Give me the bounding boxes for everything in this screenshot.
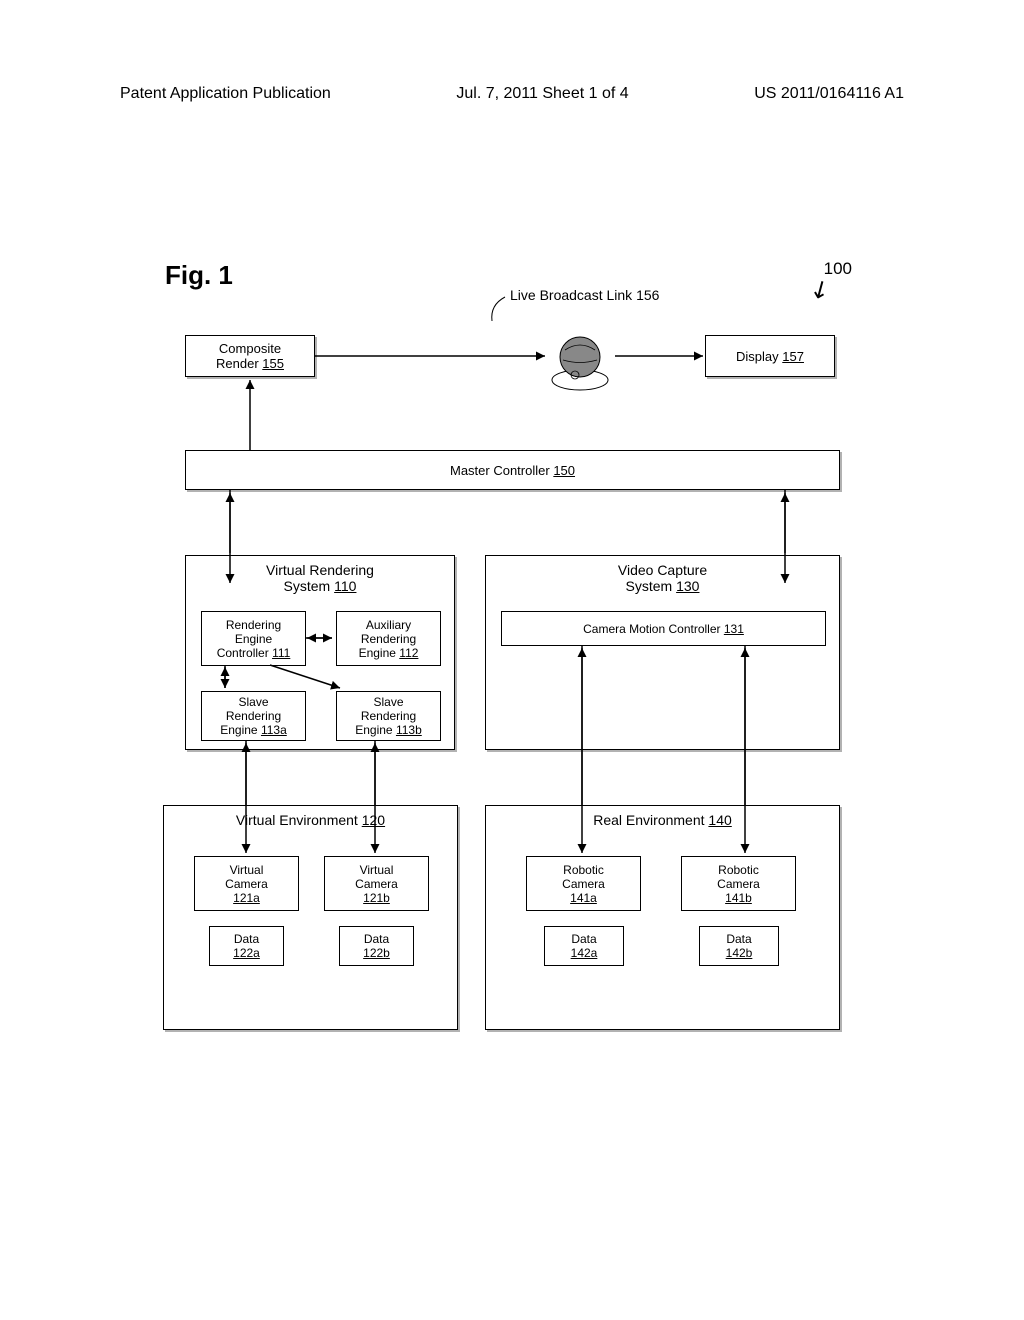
data-a-box: Data 122a: [209, 926, 284, 966]
camera-motion-controller-box: Camera Motion Controller 131: [501, 611, 826, 646]
satellite-globe-icon: [545, 325, 615, 395]
master-controller-box: Master Controller 150: [185, 450, 840, 490]
header-right: US 2011/0164116 A1: [754, 85, 904, 103]
figure-label: Fig. 1: [165, 260, 233, 291]
slave-rendering-engine-a-box: Slave Rendering Engine 113a: [201, 691, 306, 741]
composite-render-box: Composite Render 155: [185, 335, 315, 377]
system-number: 100: [824, 259, 852, 279]
real-environment-box: Real Environment 140 Robotic Camera 141a…: [485, 805, 840, 1030]
broadcast-link-label: Live Broadcast Link 156: [510, 287, 659, 303]
virtual-camera-a-box: Virtual Camera 121a: [194, 856, 299, 911]
data-c-box: Data 142a: [544, 926, 624, 966]
header-center: Jul. 7, 2011 Sheet 1 of 4: [456, 85, 628, 103]
page-header: Patent Application Publication Jul. 7, 2…: [0, 0, 1024, 103]
display-box: Display 157: [705, 335, 835, 377]
data-d-box: Data 142b: [699, 926, 779, 966]
virtual-camera-b-box: Virtual Camera 121b: [324, 856, 429, 911]
slave-rendering-engine-b-box: Slave Rendering Engine 113b: [336, 691, 441, 741]
robotic-camera-a-box: Robotic Camera 141a: [526, 856, 641, 911]
video-capture-system-box: Video Capture System 130 Camera Motion C…: [485, 555, 840, 750]
virtual-environment-box: Virtual Environment 120 Virtual Camera 1…: [163, 805, 458, 1030]
rendering-engine-controller-box: Rendering Engine Controller 111: [201, 611, 306, 666]
data-b-box: Data 122b: [339, 926, 414, 966]
diagram-container: Fig. 1 100 ↙ Live Broadcast Link 156 Com…: [150, 245, 880, 1065]
header-left: Patent Application Publication: [120, 85, 331, 103]
robotic-camera-b-box: Robotic Camera 141b: [681, 856, 796, 911]
virtual-rendering-system-box: Virtual Rendering System 110 Rendering E…: [185, 555, 455, 750]
auxiliary-rendering-engine-box: Auxiliary Rendering Engine 112: [336, 611, 441, 666]
